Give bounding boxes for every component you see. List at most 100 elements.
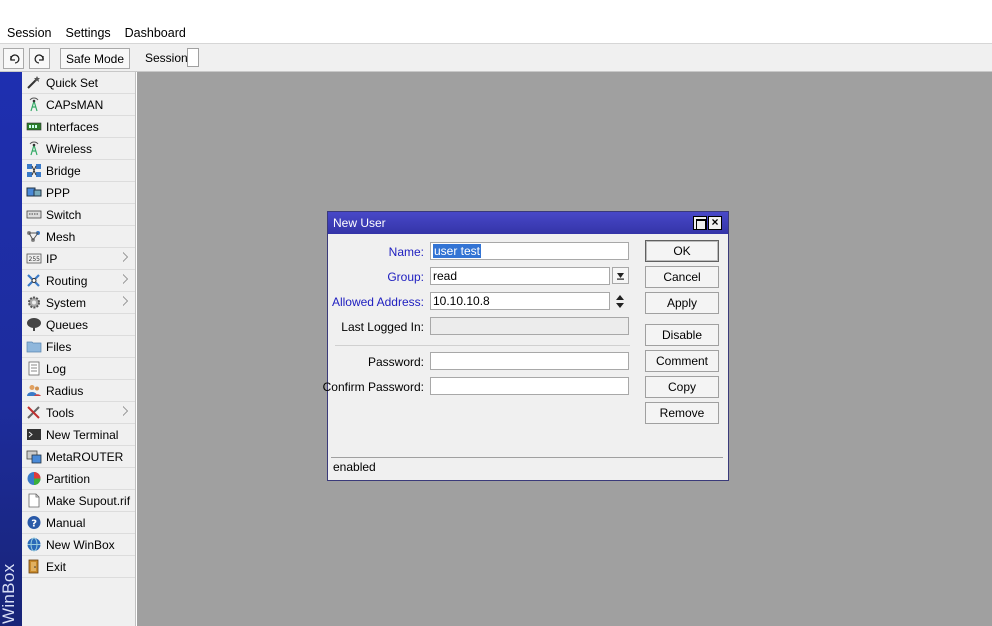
allowed-address-label: Allowed Address: bbox=[331, 295, 424, 309]
switch-icon bbox=[25, 207, 42, 222]
group-label: Group: bbox=[387, 270, 424, 284]
folder-icon bbox=[25, 339, 42, 354]
pie-icon bbox=[25, 471, 42, 486]
sidebar-item-interfaces[interactable]: Interfaces bbox=[22, 116, 135, 138]
menu-settings[interactable]: Settings bbox=[58, 23, 117, 43]
name-label: Name: bbox=[388, 245, 424, 259]
sidebar-item-new-terminal[interactable]: New Terminal bbox=[22, 424, 135, 446]
submenu-arrow-icon bbox=[123, 274, 128, 284]
sidebar-item-wireless[interactable]: Wireless bbox=[22, 138, 135, 160]
log-icon bbox=[25, 361, 42, 376]
ok-button[interactable]: OK bbox=[645, 240, 719, 262]
sidebar-item-mesh[interactable]: Mesh bbox=[22, 226, 135, 248]
winbox-brand-label: WinBox bbox=[0, 563, 18, 624]
sidebar-item-label: MetaROUTER bbox=[46, 449, 124, 464]
users-icon bbox=[25, 383, 42, 398]
sidebar-item-ip[interactable]: 255 IP bbox=[22, 248, 135, 270]
up-down-arrows-icon bbox=[616, 295, 624, 308]
safe-mode-button[interactable]: Safe Mode bbox=[60, 48, 130, 69]
sidebar-item-label: Manual bbox=[46, 515, 86, 530]
sidebar-item-label: Quick Set bbox=[46, 75, 99, 90]
antenna-icon bbox=[25, 141, 42, 156]
sidebar-item-label: CAPsMAN bbox=[46, 97, 104, 112]
toolbar: Safe Mode Session: bbox=[0, 43, 992, 72]
dialog-title: New User bbox=[333, 216, 386, 230]
copy-button[interactable]: Copy bbox=[645, 376, 719, 398]
menu-bar: Session Settings Dashboard bbox=[0, 23, 992, 43]
last-logged-in-label: Last Logged In: bbox=[341, 320, 424, 334]
sidebar-item-label: PPP bbox=[46, 185, 71, 200]
close-icon[interactable]: × bbox=[708, 216, 722, 230]
menu-session[interactable]: Session bbox=[0, 23, 58, 43]
sidebar-item-bridge[interactable]: Bridge bbox=[22, 160, 135, 182]
sidebar-item-tools[interactable]: Tools bbox=[22, 402, 135, 424]
maximize-icon[interactable] bbox=[693, 216, 707, 230]
comment-button[interactable]: Comment bbox=[645, 350, 719, 372]
sidebar-item-label: Radius bbox=[46, 383, 84, 398]
sidebar-item-files[interactable]: Files bbox=[22, 336, 135, 358]
sidebar-item-label: Bridge bbox=[46, 163, 81, 178]
sidebar-item-label: IP bbox=[46, 251, 58, 266]
sidebar-item-queues[interactable]: Queues bbox=[22, 314, 135, 336]
form-divider bbox=[335, 345, 630, 346]
sidebar-item-ppp[interactable]: PPP bbox=[22, 182, 135, 204]
sidebar-item-log[interactable]: Log bbox=[22, 358, 135, 380]
cancel-button[interactable]: Cancel bbox=[645, 266, 719, 288]
help-icon: ? bbox=[25, 515, 42, 530]
gear-icon bbox=[25, 295, 42, 310]
file-icon bbox=[25, 493, 42, 508]
sidebar-item-label: Files bbox=[46, 339, 72, 354]
sidebar-item-quick-set[interactable]: Quick Set bbox=[22, 72, 135, 94]
sidebar-item-routing[interactable]: Routing bbox=[22, 270, 135, 292]
sidebar-item-exit[interactable]: Exit bbox=[22, 556, 135, 578]
submenu-arrow-icon bbox=[123, 296, 128, 306]
redo-icon bbox=[34, 53, 44, 64]
apply-button[interactable]: Apply bbox=[645, 292, 719, 314]
svg-text:?: ? bbox=[31, 519, 37, 530]
confirm-password-field[interactable] bbox=[430, 377, 629, 395]
confirm-password-label: Confirm Password: bbox=[322, 380, 424, 394]
redo-button[interactable] bbox=[29, 48, 50, 69]
group-dropdown-button[interactable] bbox=[612, 267, 629, 284]
sidebar-item-system[interactable]: System bbox=[22, 292, 135, 314]
sidebar-item-partition[interactable]: Partition bbox=[22, 468, 135, 490]
tools-icon bbox=[25, 405, 42, 420]
sidebar-item-label: Log bbox=[46, 361, 67, 376]
disable-button[interactable]: Disable bbox=[645, 324, 719, 346]
mesh-icon bbox=[25, 229, 42, 244]
sidebar-item-metarouter[interactable]: MetaROUTER bbox=[22, 446, 135, 468]
sidebar-item-make-supout-rif[interactable]: Make Supout.rif bbox=[22, 490, 135, 512]
name-field[interactable]: user test bbox=[430, 242, 629, 260]
sidebar-item-new-winbox[interactable]: New WinBox bbox=[22, 534, 135, 556]
sidebar-item-radius[interactable]: Radius bbox=[22, 380, 135, 402]
menu-dashboard[interactable]: Dashboard bbox=[118, 23, 193, 43]
brand-strip: WinBox bbox=[0, 72, 22, 626]
sidebar-item-label: Interfaces bbox=[46, 119, 99, 134]
password-field[interactable] bbox=[430, 352, 629, 370]
name-field-value: user test bbox=[433, 244, 482, 258]
session-field[interactable] bbox=[187, 48, 199, 67]
sidebar-item-label: Routing bbox=[46, 273, 88, 288]
dialog-titlebar[interactable]: New User bbox=[328, 212, 728, 234]
sidebar-item-label: New Terminal bbox=[46, 427, 119, 442]
group-select[interactable]: read bbox=[430, 267, 610, 285]
sidebar-item-label: Exit bbox=[46, 559, 67, 574]
submenu-arrow-icon bbox=[123, 252, 128, 262]
sidebar-item-label: Tools bbox=[46, 405, 75, 420]
new-user-dialog: New User × Name: user test Group: read A… bbox=[323, 211, 729, 481]
undo-button[interactable] bbox=[3, 48, 24, 69]
interfaces-icon bbox=[25, 119, 42, 134]
remove-button[interactable]: Remove bbox=[645, 402, 719, 424]
allowed-address-updown[interactable] bbox=[614, 293, 626, 310]
sidebar-item-switch[interactable]: Switch bbox=[22, 204, 135, 226]
wand-icon bbox=[25, 75, 42, 90]
sidebar-item-label: Queues bbox=[46, 317, 89, 332]
sidebar-item-capsman[interactable]: CAPsMAN bbox=[22, 94, 135, 116]
undo-icon bbox=[9, 53, 19, 64]
sidebar-item-label: Wireless bbox=[46, 141, 93, 156]
allowed-address-field[interactable]: 10.10.10.8 bbox=[430, 292, 610, 310]
sidebar-item-manual[interactable]: ? Manual bbox=[22, 512, 135, 534]
sidebar-item-label: Make Supout.rif bbox=[46, 493, 131, 508]
status-bar: enabled bbox=[331, 457, 723, 477]
sidebar-item-label: Mesh bbox=[46, 229, 76, 244]
